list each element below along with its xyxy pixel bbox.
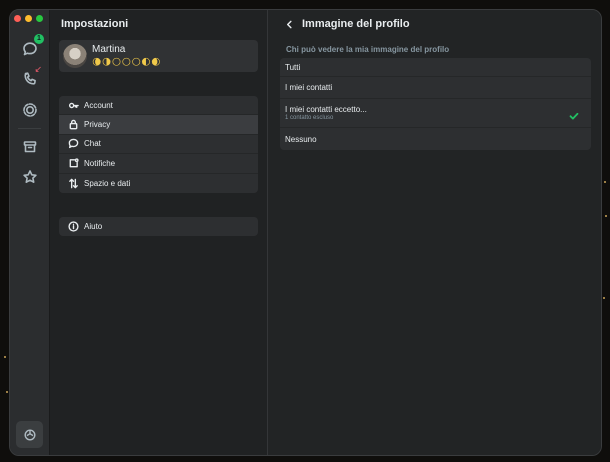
missed-call-arrow-icon: ↙ xyxy=(34,64,42,74)
storage-arrows-icon xyxy=(67,177,79,189)
visibility-options: Tutti I miei contatti I miei contatti ec… xyxy=(280,58,591,150)
profile-card[interactable]: Martina 🌘🌗🌕🌕🌕🌓🌒 xyxy=(59,40,258,72)
checkmark-icon xyxy=(569,108,579,120)
menu-item-label: Privacy xyxy=(84,120,111,130)
starred-icon xyxy=(23,170,37,183)
option-nessuno[interactable]: Nessuno xyxy=(280,128,591,150)
menu-item-label: Notifiche xyxy=(84,158,116,168)
minimize-window-button[interactable] xyxy=(25,15,32,22)
option-miei-contatti-eccetto[interactable]: I miei contatti eccetto... 1 contatto es… xyxy=(280,99,591,128)
menu-item-aiuto[interactable]: Aiuto xyxy=(59,217,258,236)
status-button[interactable] xyxy=(21,101,39,119)
info-icon xyxy=(67,221,79,233)
meta-ai-icon xyxy=(23,428,36,441)
menu-item-privacy[interactable]: Privacy xyxy=(59,115,258,135)
section-label: Chi può vedere la mia immagine del profi… xyxy=(286,45,450,54)
window-controls xyxy=(14,15,43,22)
option-label: Nessuno xyxy=(285,134,317,144)
chevron-left-icon xyxy=(286,20,292,28)
maximize-window-button[interactable] xyxy=(36,15,43,22)
chats-button[interactable]: 1 xyxy=(21,34,44,58)
menu-item-spazio-e-dati[interactable]: Spazio e dati xyxy=(59,174,258,193)
help-menu: Aiuto xyxy=(59,217,258,237)
option-label: I miei contatti eccetto... xyxy=(285,105,367,114)
archive-button[interactable] xyxy=(21,138,39,156)
chat-bubble-icon xyxy=(67,138,79,150)
menu-item-account[interactable]: Account xyxy=(59,96,258,116)
option-tutti[interactable]: Tutti xyxy=(280,58,591,77)
calls-button[interactable]: ↙ xyxy=(21,65,42,88)
app-window: 1 ↙ Impostazioni Martina 🌘🌗🌕🌕🌕🌓🌒 Account… xyxy=(9,9,602,456)
settings-panel: Impostazioni Martina 🌘🌗🌕🌕🌕🌓🌒 Account Pri… xyxy=(50,10,268,455)
menu-item-label: Aiuto xyxy=(84,222,103,232)
option-label: Tutti xyxy=(285,62,301,72)
chats-icon xyxy=(23,42,37,56)
menu-item-label: Account xyxy=(84,100,113,110)
profile-status: 🌘🌗🌕🌕🌕🌓🌒 xyxy=(92,57,162,67)
option-miei-contatti[interactable]: I miei contatti xyxy=(280,77,591,99)
page-title: Immagine del profilo xyxy=(302,18,410,30)
meta-ai-button[interactable] xyxy=(16,421,43,448)
profile-name: Martina xyxy=(92,44,126,55)
starred-button[interactable] xyxy=(21,168,39,186)
archive-icon xyxy=(23,141,37,153)
menu-item-notifiche[interactable]: Notifiche xyxy=(59,154,258,174)
status-icon xyxy=(23,103,37,117)
menu-item-label: Chat xyxy=(84,139,101,149)
settings-menu: Account Privacy Chat Notifiche Spazio e … xyxy=(59,96,258,193)
profile-photo-privacy-panel: Immagine del profilo Chi può vedere la m… xyxy=(268,10,601,455)
notification-icon xyxy=(67,157,79,169)
option-sublabel: 1 contatto escluso xyxy=(285,115,334,121)
settings-title: Impostazioni xyxy=(61,18,129,30)
nav-rail: 1 ↙ xyxy=(10,10,50,455)
option-label: I miei contatti xyxy=(285,83,333,92)
back-button[interactable] xyxy=(283,17,295,31)
menu-item-chat[interactable]: Chat xyxy=(59,135,258,155)
avatar xyxy=(63,44,87,68)
menu-item-label: Spazio e dati xyxy=(84,178,131,188)
key-icon xyxy=(67,99,79,111)
rail-divider xyxy=(18,128,41,129)
unread-badge: 1 xyxy=(34,34,44,44)
close-window-button[interactable] xyxy=(14,15,21,22)
lock-icon xyxy=(67,119,79,131)
